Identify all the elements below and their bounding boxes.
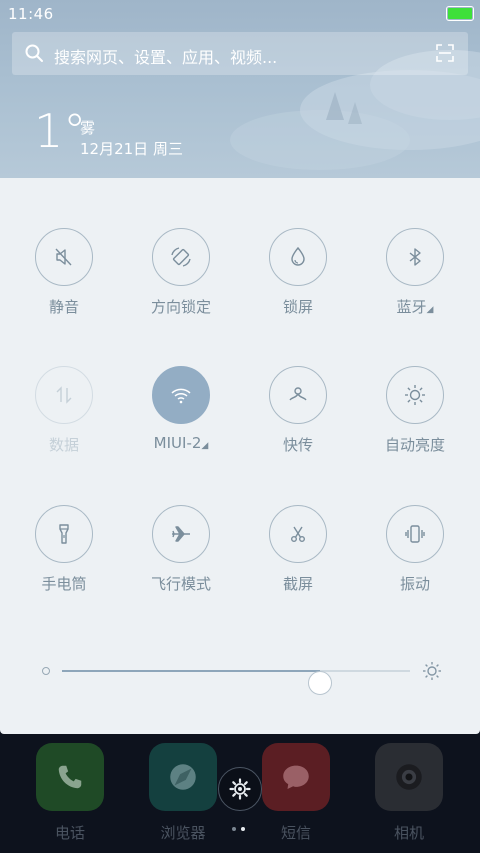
toggle-wifi[interactable]: MIUI-2◢ <box>131 366 231 476</box>
weather-date: 12月21日 周三 <box>80 140 183 158</box>
quick-transfer-icon <box>289 387 307 401</box>
app-label: 浏览器 <box>160 824 206 842</box>
notification-header: 11:46 搜索网页、设置、应用、视频... 1° 雾 12月21日 周三 <box>0 0 480 178</box>
toggle-auto-brightness-button[interactable] <box>386 366 444 424</box>
menu-caret-icon: ◢ <box>201 441 209 451</box>
page-dot <box>241 827 245 831</box>
toggle-wifi-button[interactable] <box>152 366 210 424</box>
settings-button[interactable] <box>218 767 262 811</box>
toggle-label: 振动 <box>399 575 430 593</box>
toggle-label: 蓝牙◢ <box>365 296 465 317</box>
app-phone-icon-bg[interactable] <box>36 743 104 811</box>
weather-condition: 雾 <box>80 119 96 137</box>
toggle-vibrate[interactable]: 振动 <box>365 505 465 615</box>
toggle-mute[interactable]: 静音 <box>14 228 114 338</box>
battery-icon <box>446 6 474 21</box>
toggle-airplane-mode-button[interactable] <box>152 505 210 563</box>
toggle-label: 静音 <box>48 298 79 316</box>
vibrate-icon <box>405 525 425 543</box>
rotation-lock-icon <box>171 247 191 267</box>
app-label: 短信 <box>280 824 311 842</box>
toggle-airplane-mode[interactable]: 飞行模式 <box>131 505 231 615</box>
toggle-label: 手电筒 <box>41 575 87 593</box>
message-icon <box>283 765 309 790</box>
page-dot <box>232 827 236 831</box>
brightness-fill <box>62 670 320 672</box>
screenshot-icon <box>290 526 305 542</box>
toggle-label: 数据 <box>48 436 79 454</box>
brightness-thumb[interactable] <box>308 671 332 695</box>
toggle-flashlight-button[interactable] <box>35 505 93 563</box>
weather-temperature: 1° <box>34 104 87 158</box>
gear-icon <box>229 778 251 800</box>
mute-icon <box>55 248 72 266</box>
flashlight-icon <box>59 524 69 544</box>
mobile-data-icon <box>56 386 72 404</box>
toggle-label-text: MIUI-2 <box>153 434 202 452</box>
status-bar: 11:46 <box>0 0 480 28</box>
toggle-mobile-data[interactable]: 数据 <box>14 366 114 476</box>
bluetooth-icon <box>409 248 421 266</box>
toggle-vibrate-button[interactable] <box>386 505 444 563</box>
status-time: 11:46 <box>8 5 54 23</box>
lock-screen-icon <box>291 246 305 266</box>
toggle-label-text: 蓝牙 <box>396 298 427 316</box>
page-indicator <box>232 827 252 833</box>
toggle-label: 方向锁定 <box>150 298 211 316</box>
wifi-icon <box>171 388 191 404</box>
search-bar[interactable]: 搜索网页、设置、应用、视频... <box>12 32 468 75</box>
wallpaper-tree <box>348 102 362 124</box>
toggle-label: 锁屏 <box>282 298 313 316</box>
browser-icon <box>170 764 196 790</box>
toggle-label: 飞行模式 <box>150 575 211 593</box>
toggle-flashlight[interactable]: 手电筒 <box>14 505 114 615</box>
brightness-low-icon <box>42 667 50 675</box>
toggle-screenshot[interactable]: 截屏 <box>248 505 348 615</box>
brightness-high-icon <box>423 662 441 680</box>
toggle-quick-transfer-button[interactable] <box>269 366 327 424</box>
search-icon <box>25 44 43 62</box>
app-label: 电话 <box>54 824 85 842</box>
brightness-slider[interactable] <box>40 658 441 695</box>
toggle-label: 截屏 <box>282 575 313 593</box>
toggle-auto-brightness[interactable]: 自动亮度 <box>365 366 465 476</box>
app-label: 相机 <box>393 824 424 842</box>
battery-level <box>448 8 472 19</box>
toggle-label: 自动亮度 <box>384 436 445 454</box>
toggle-mobile-data-button[interactable] <box>35 366 93 424</box>
app-browser-icon-bg[interactable] <box>149 743 217 811</box>
toggle-quick-transfer[interactable]: 快传 <box>248 366 348 476</box>
quick-settings-panel: 静音 方向锁定 锁屏 蓝牙◢ 数据 MIUI-2◢ 快传 自动亮度 手电筒 飞行… <box>0 178 480 734</box>
toggle-bluetooth[interactable]: 蓝牙◢ <box>365 228 465 338</box>
toggle-label: 快传 <box>282 436 313 454</box>
camera-icon <box>396 764 422 790</box>
toggle-lock-screen[interactable]: 锁屏 <box>248 228 348 338</box>
brightness-track[interactable] <box>62 670 410 695</box>
menu-caret-icon: ◢ <box>426 305 434 315</box>
toggle-rotation-lock[interactable]: 方向锁定 <box>131 228 231 338</box>
search-input[interactable]: 搜索网页、设置、应用、视频... <box>54 44 277 68</box>
airplane-icon <box>172 526 190 542</box>
auto-brightness-icon <box>405 385 425 405</box>
app-messages-icon-bg[interactable] <box>262 743 330 811</box>
toggle-screenshot-button[interactable] <box>269 505 327 563</box>
toggle-label: MIUI-2◢ <box>131 434 231 452</box>
toggle-lock-screen-button[interactable] <box>269 228 327 286</box>
toggle-mute-button[interactable] <box>35 228 93 286</box>
app-camera-icon-bg[interactable] <box>375 743 443 811</box>
toggle-bluetooth-button[interactable] <box>386 228 444 286</box>
phone-icon <box>58 765 82 789</box>
toggle-rotation-lock-button[interactable] <box>152 228 210 286</box>
scan-icon[interactable] <box>436 44 454 62</box>
